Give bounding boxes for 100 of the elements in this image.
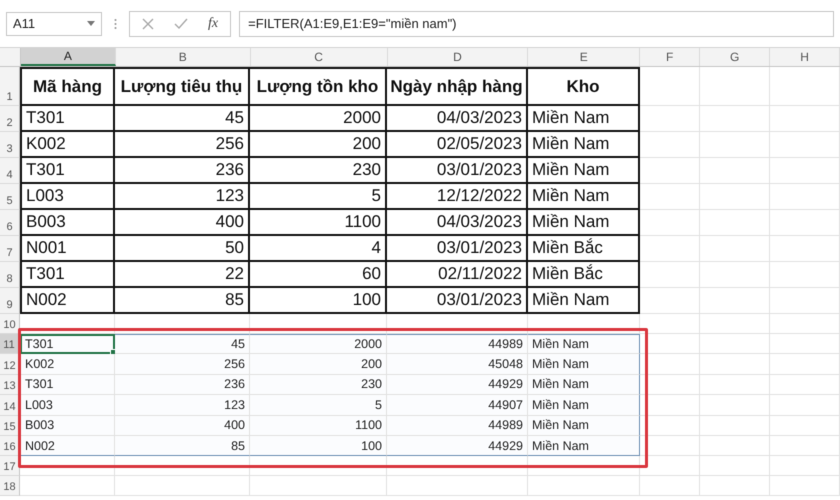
column-header[interactable]: A xyxy=(64,49,72,63)
spreadsheet-cell[interactable] xyxy=(770,184,840,210)
spreadsheet-cell[interactable]: 5 xyxy=(250,184,387,210)
spreadsheet-cell[interactable] xyxy=(20,456,115,476)
spreadsheet-cell[interactable] xyxy=(640,395,700,416)
spreadsheet-cell[interactable]: N002 xyxy=(20,288,115,314)
spreadsheet-cell[interactable] xyxy=(387,476,528,496)
spreadsheet-cell[interactable]: 45 xyxy=(115,334,250,354)
spreadsheet-cell[interactable]: 230 xyxy=(250,374,387,396)
spreadsheet-cell[interactable] xyxy=(640,456,700,476)
spreadsheet-cell[interactable]: Miền Nam xyxy=(528,436,640,456)
formula-field[interactable]: =FILTER(A1:E9,E1:E9="miền nam") xyxy=(239,10,834,36)
spreadsheet-cell[interactable]: 85 xyxy=(115,288,250,314)
spreadsheet-cell[interactable] xyxy=(640,314,700,334)
cancel-icon[interactable] xyxy=(142,18,154,30)
spreadsheet-cell[interactable]: 44989 xyxy=(387,416,528,436)
spreadsheet-cell[interactable] xyxy=(387,456,528,476)
spreadsheet-cell[interactable] xyxy=(640,354,700,375)
spreadsheet-cell[interactable]: Lượng tồn kho xyxy=(250,67,387,106)
column-header[interactable]: F xyxy=(666,50,674,64)
name-box[interactable]: A11 xyxy=(6,12,102,36)
spreadsheet-cell[interactable]: T301 xyxy=(20,106,115,132)
spreadsheet-cell[interactable]: 236 xyxy=(115,374,250,396)
spreadsheet-cell[interactable] xyxy=(770,132,840,158)
column-header[interactable]: B xyxy=(178,50,187,64)
spreadsheet-cell[interactable]: B003 xyxy=(20,416,115,436)
row-header[interactable]: 8 xyxy=(6,273,13,285)
spreadsheet-cell[interactable]: Ngày nhập hàng xyxy=(387,67,528,106)
spreadsheet-cell[interactable]: T301 xyxy=(20,374,115,396)
spreadsheet-cell[interactable] xyxy=(640,158,700,184)
spreadsheet-cell[interactable]: 02/11/2022 xyxy=(387,262,528,288)
spreadsheet-cell[interactable] xyxy=(770,314,840,334)
spreadsheet-cell[interactable]: 2000 xyxy=(250,334,387,354)
spreadsheet-cell[interactable] xyxy=(640,288,700,314)
spreadsheet-cell[interactable] xyxy=(770,262,840,288)
spreadsheet-cell[interactable] xyxy=(640,374,700,396)
spreadsheet-cell[interactable] xyxy=(528,456,640,476)
spreadsheet-cell[interactable] xyxy=(770,106,840,132)
spreadsheet-cell[interactable]: 230 xyxy=(250,158,387,184)
spreadsheet-cell[interactable] xyxy=(640,132,700,158)
row-header[interactable]: 3 xyxy=(6,143,13,155)
spreadsheet-cell[interactable] xyxy=(640,67,700,106)
spreadsheet-cell[interactable] xyxy=(115,456,250,476)
spreadsheet-cell[interactable] xyxy=(640,184,700,210)
spreadsheet-cell[interactable] xyxy=(640,262,700,288)
spreadsheet-cell[interactable]: 200 xyxy=(250,132,387,158)
spreadsheet-cell[interactable]: 1100 xyxy=(250,210,387,236)
spreadsheet-cell[interactable] xyxy=(770,456,840,476)
insert-function-button[interactable]: fx xyxy=(208,16,218,32)
spreadsheet-cell[interactable] xyxy=(770,354,840,375)
row-header[interactable]: 7 xyxy=(6,247,13,259)
spreadsheet-cell[interactable] xyxy=(640,416,700,436)
spreadsheet-cell[interactable]: K002 xyxy=(20,132,115,158)
spreadsheet-cell[interactable] xyxy=(700,184,770,210)
spreadsheet-cell[interactable] xyxy=(700,374,770,396)
row-header[interactable]: 5 xyxy=(6,195,13,207)
spreadsheet-cell[interactable]: B003 xyxy=(20,210,115,236)
spreadsheet-cell[interactable] xyxy=(250,476,387,496)
spreadsheet-cell[interactable]: Mã hàng xyxy=(20,67,115,106)
spreadsheet-cell[interactable] xyxy=(700,210,770,236)
spreadsheet-cell[interactable]: 12/12/2022 xyxy=(387,184,528,210)
spreadsheet-cell[interactable] xyxy=(700,314,770,334)
spreadsheet-cell[interactable] xyxy=(700,236,770,262)
spreadsheet-cell[interactable]: Miền Nam xyxy=(528,334,640,354)
column-header[interactable]: H xyxy=(800,50,809,64)
spreadsheet-cell[interactable]: Miền Bắc xyxy=(528,236,640,262)
spreadsheet-cell[interactable]: 22 xyxy=(115,262,250,288)
spreadsheet-cell[interactable]: 03/01/2023 xyxy=(387,158,528,184)
spreadsheet-cell[interactable] xyxy=(700,436,770,456)
spreadsheet-cell[interactable]: 03/01/2023 xyxy=(387,288,528,314)
spreadsheet-cell[interactable]: Lượng tiêu thụ xyxy=(115,67,250,106)
spreadsheet-cell[interactable]: 100 xyxy=(250,288,387,314)
spreadsheet-cell[interactable] xyxy=(770,210,840,236)
spreadsheet-cell[interactable] xyxy=(640,476,700,496)
spreadsheet-cell[interactable]: 04/03/2023 xyxy=(387,210,528,236)
spreadsheet-cell[interactable]: 04/03/2023 xyxy=(387,106,528,132)
spreadsheet-cell[interactable] xyxy=(700,476,770,496)
spreadsheet-cell[interactable] xyxy=(700,288,770,314)
spreadsheet-cell[interactable]: Miền Nam xyxy=(528,288,640,314)
spreadsheet-cell[interactable] xyxy=(115,476,250,496)
spreadsheet-cell[interactable] xyxy=(700,456,770,476)
spreadsheet-cell[interactable]: 400 xyxy=(115,210,250,236)
spreadsheet-cell[interactable] xyxy=(770,476,840,496)
spreadsheet-cell[interactable]: 1100 xyxy=(250,416,387,436)
spreadsheet-cell[interactable] xyxy=(640,436,700,456)
spreadsheet-cell[interactable]: 44907 xyxy=(387,395,528,416)
spreadsheet-cell[interactable]: 44989 xyxy=(387,334,528,354)
spreadsheet-cell[interactable] xyxy=(700,106,770,132)
spreadsheet-cell[interactable]: N002 xyxy=(20,436,115,456)
spreadsheet-cell[interactable]: 4 xyxy=(250,236,387,262)
spreadsheet-cell[interactable] xyxy=(770,395,840,416)
spreadsheet-cell[interactable]: T301 xyxy=(20,334,115,354)
column-header[interactable]: C xyxy=(314,50,323,64)
spreadsheet-cell[interactable] xyxy=(640,210,700,236)
spreadsheet-cell[interactable] xyxy=(770,374,840,396)
spreadsheet-cell[interactable]: 123 xyxy=(115,184,250,210)
spreadsheet-cell[interactable]: Miền Nam xyxy=(528,184,640,210)
column-header[interactable]: E xyxy=(580,50,588,64)
spreadsheet-cell[interactable] xyxy=(640,334,700,354)
spreadsheet-cell[interactable]: T301 xyxy=(20,262,115,288)
